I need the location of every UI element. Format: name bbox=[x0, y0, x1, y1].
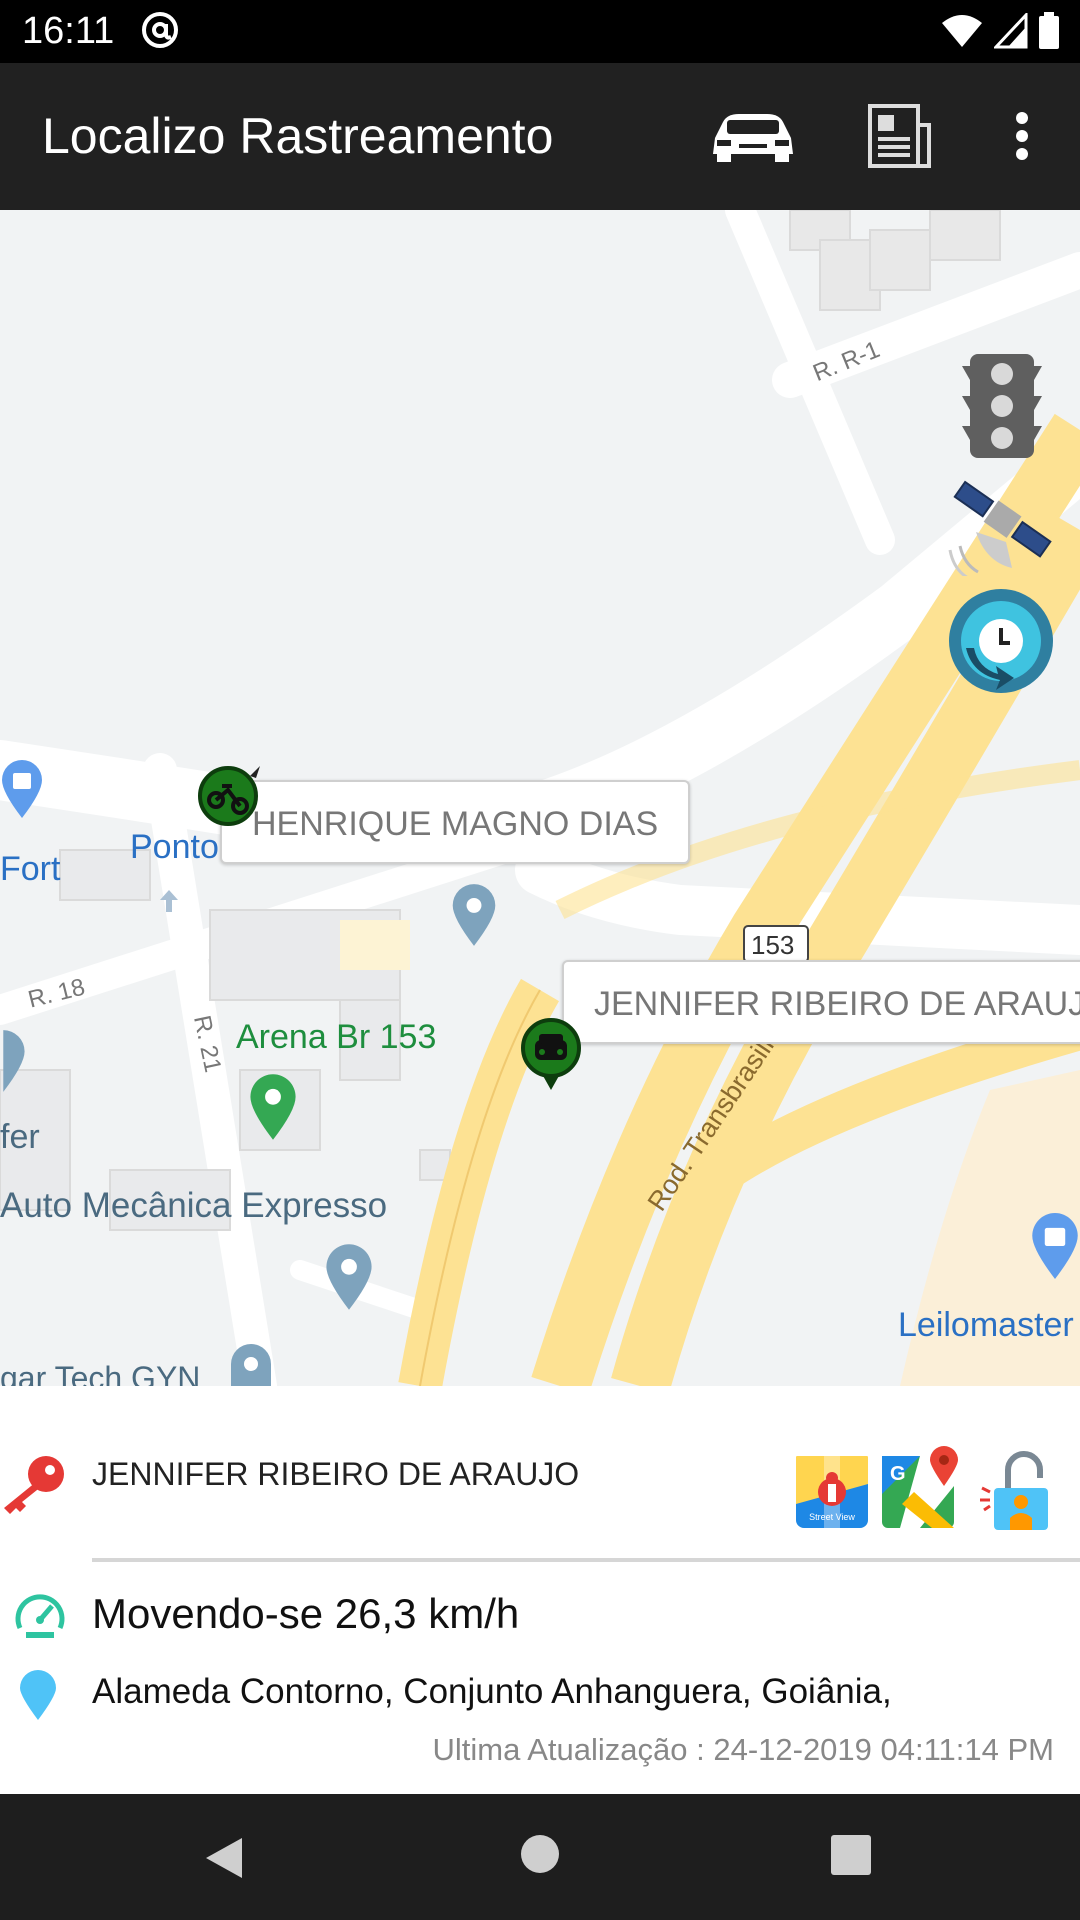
route-badge: 153 bbox=[751, 930, 795, 960]
poi-pin-icon[interactable] bbox=[226, 1342, 276, 1386]
car-marker-icon[interactable] bbox=[518, 1016, 584, 1092]
car-icon bbox=[713, 114, 793, 162]
address: Alameda Contorno, Conjunto Anhanguera, G… bbox=[92, 1672, 892, 1711]
vehicle-callout-jennifer[interactable]: JENNIFER RIBEIRO DE ARAUJO bbox=[562, 960, 1080, 1044]
screen: 16:11 Localizo Rastreamento R. R-1 R. 18… bbox=[0, 0, 1080, 1920]
poi-label-arena: Arena Br 153 bbox=[236, 1018, 437, 1056]
vehicles-button[interactable] bbox=[705, 91, 801, 181]
at-sign-icon bbox=[142, 12, 178, 48]
cell-signal-icon bbox=[994, 13, 1028, 49]
google-maps-icon: G bbox=[882, 1446, 958, 1528]
status-bar: 16:11 bbox=[0, 0, 1080, 63]
speed-status: Movendo-se 26,3 km/h bbox=[92, 1590, 520, 1637]
direction-arrow-icon bbox=[160, 890, 178, 912]
shopping-pin-icon[interactable] bbox=[0, 758, 44, 820]
location-pin-icon bbox=[20, 1670, 56, 1720]
report-document-icon bbox=[868, 104, 931, 168]
vehicle-callout-label: JENNIFER RIBEIRO DE ARAUJO bbox=[594, 985, 1080, 1023]
wifi-icon bbox=[942, 15, 982, 47]
street-view-button[interactable]: Street View bbox=[794, 1454, 870, 1530]
vehicle-name: JENNIFER RIBEIRO DE ARAUJO bbox=[92, 1456, 580, 1492]
svg-text:G: G bbox=[890, 1463, 906, 1485]
vehicle-callout-label: HENRIQUE MAGNO DIAS bbox=[252, 805, 659, 843]
app-title: Localizo Rastreamento bbox=[42, 108, 554, 164]
unlock-icon bbox=[980, 1451, 1048, 1530]
motorcycle-marker-icon[interactable] bbox=[198, 762, 264, 828]
shopping-pin-icon[interactable] bbox=[1030, 1210, 1080, 1282]
status-icons bbox=[940, 12, 1060, 50]
speedometer-icon bbox=[15, 1594, 65, 1638]
google-maps-button[interactable]: G bbox=[880, 1446, 964, 1530]
key-icon bbox=[4, 1456, 64, 1514]
history-clock-icon[interactable] bbox=[948, 588, 1054, 694]
overflow-menu-button[interactable] bbox=[974, 91, 1070, 181]
divider bbox=[92, 1558, 1080, 1562]
arena-pin-icon[interactable] bbox=[248, 1072, 298, 1142]
recents-nav-icon[interactable] bbox=[830, 1834, 872, 1876]
home-nav-icon[interactable] bbox=[520, 1834, 560, 1874]
poi-label-fort: Fort bbox=[0, 850, 61, 888]
more-vert-icon bbox=[1016, 112, 1028, 160]
back-nav-icon[interactable] bbox=[200, 1834, 248, 1882]
street-view-label: Street View bbox=[809, 1512, 855, 1522]
traffic-light-icon[interactable] bbox=[962, 352, 1042, 460]
status-time: 16:11 bbox=[22, 10, 115, 52]
map-view[interactable]: R. R-1 R. 18 R. 21 153 Rod. Transbrasili… bbox=[0, 210, 1080, 1386]
poi-label-fer: fer bbox=[0, 1118, 40, 1156]
poi-pin-icon[interactable] bbox=[450, 882, 498, 948]
poi-label-ponto: Ponto bbox=[130, 828, 219, 866]
navigation-bar bbox=[0, 1794, 1080, 1920]
vehicle-info-panel: JENNIFER RIBEIRO DE ARAUJO Street View G bbox=[0, 1386, 1080, 1794]
battery-icon bbox=[1039, 12, 1059, 49]
vehicle-callout-henrique[interactable]: HENRIQUE MAGNO DIAS bbox=[220, 780, 691, 864]
auto-mecanica-pin-icon[interactable] bbox=[324, 1242, 374, 1312]
satellite-icon[interactable] bbox=[946, 472, 1058, 576]
unlock-button[interactable] bbox=[978, 1448, 1058, 1532]
app-bar: Localizo Rastreamento bbox=[0, 63, 1080, 210]
poi-label-auto-mecanica: Auto Mecânica Expresso bbox=[0, 1186, 388, 1225]
poi-label-tech-gyn: gar Tech GYN bbox=[0, 1360, 201, 1386]
report-button[interactable] bbox=[852, 91, 948, 181]
last-update: Ultima Atualização : 24-12-2019 04:11:14… bbox=[432, 1732, 1054, 1767]
poi-label-leilomaster: Leilomaster bbox=[898, 1306, 1074, 1344]
poi-pin-icon[interactable] bbox=[0, 1028, 30, 1094]
